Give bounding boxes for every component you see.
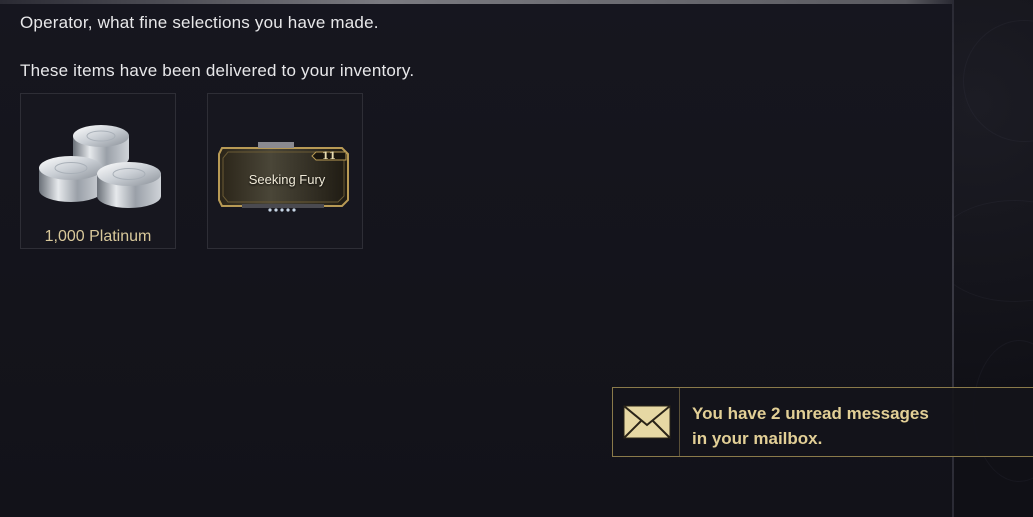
delivery-message: These items have been delivered to your … [20,61,415,80]
mod-name: Seeking Fury [248,172,326,187]
envelope-icon-box [613,388,680,456]
item-card-mod[interactable]: 11 Seeking Fury [207,93,363,249]
notification-line-1: You have 2 unread messages [692,404,929,423]
top-divider [0,0,953,4]
platinum-coins-icon [39,125,161,208]
game-screen: Operator, what fine selections you have … [0,0,1033,517]
mailbox-notification[interactable]: You have 2 unread messages in your mailb… [612,387,1033,457]
notification-text: You have 2 unread messages in your mailb… [692,401,1012,451]
notification-line-2: in your mailbox. [692,429,823,448]
mod-rank: 11 [322,151,336,162]
item-card-platinum[interactable]: 1,000 Platinum [20,93,176,249]
operator-message: Operator, what fine selections you have … [20,13,379,32]
platinum-label: 1,000 Platinum [44,228,152,245]
envelope-icon [623,405,671,439]
